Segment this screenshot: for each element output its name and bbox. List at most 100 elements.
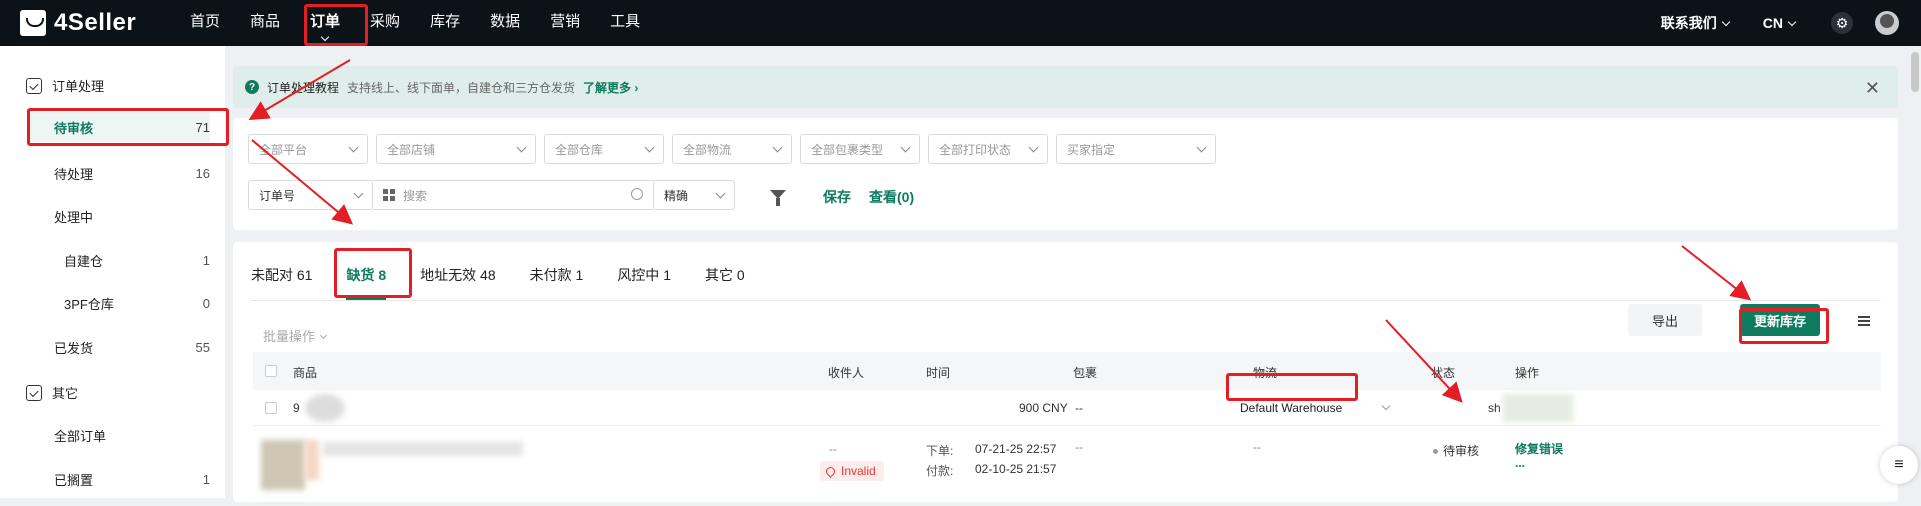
package-type-select[interactable]: 全部包裹类型	[800, 134, 920, 164]
row-checkbox[interactable]	[265, 402, 277, 414]
tab-unmatched[interactable]: 未配对 61	[251, 242, 312, 300]
sidebar-group-order-processing[interactable]: 订单处理	[26, 76, 104, 95]
logo[interactable]: 4Seller	[20, 9, 136, 37]
chevron-down-icon	[772, 142, 783, 153]
nav-products[interactable]: 商品	[250, 0, 280, 46]
sidebar-item-count: 1	[202, 252, 210, 268]
sidebar-item-label: 全部订单	[54, 428, 107, 444]
status-label: 待审核	[1443, 444, 1480, 458]
search-input[interactable]: 搜索	[373, 180, 653, 210]
clipboard-icon	[26, 77, 42, 94]
fix-error-link[interactable]: 修复错误	[1515, 440, 1563, 457]
grid-icon	[383, 189, 395, 201]
table-row: 9 900 CNY -- Default Warehouse sh	[253, 390, 1881, 426]
language-menu[interactable]: CN	[1762, 15, 1797, 31]
sidebar-item-on-hold[interactable]: 已搁置 1	[30, 464, 210, 494]
buyer-specified-select[interactable]: 买家指定	[1056, 134, 1216, 164]
chevron-down-icon	[1196, 142, 1207, 153]
sidebar-item-processing[interactable]: 处理中	[30, 201, 210, 231]
search-help-icon[interactable]: ≡	[1880, 446, 1918, 484]
column-header-package: 包裹	[1073, 366, 1098, 380]
save-filter-link[interactable]: 保存	[823, 187, 851, 207]
order-field-select[interactable]: 订单号	[248, 180, 373, 210]
clipboard-icon	[26, 384, 42, 401]
logistics-value: --	[1253, 440, 1261, 454]
warehouse-select[interactable]: Default Warehouse	[1228, 397, 1378, 419]
chevron-down-icon	[644, 142, 655, 153]
product-thumbnail[interactable]	[261, 440, 305, 490]
sidebar-item-3pf-warehouse[interactable]: 3PF仓库 0	[30, 288, 210, 318]
order-list-panel: 未配对 61 缺货 8 地址无效 48 未付款 1 风控中 1 其它 0 批量操…	[233, 242, 1898, 502]
sidebar-item-pending-review[interactable]: 待审核 71	[30, 112, 210, 142]
sidebar: 订单处理 待审核 71 待处理 16 处理中 自建仓 1 3PF仓库 0 已发货 55 其…	[0, 46, 225, 498]
scrollbar[interactable]	[1911, 52, 1919, 92]
nav-marketing[interactable]: 营销	[550, 0, 580, 46]
order-id[interactable]: 9	[293, 401, 300, 415]
sidebar-item-all-orders[interactable]: 全部订单	[30, 420, 210, 450]
store-select[interactable]: 全部店铺	[376, 134, 536, 164]
tab-risk-control[interactable]: 风控中 1	[617, 242, 671, 300]
learn-more-link[interactable]: 了解更多 ›	[583, 79, 638, 96]
order-time-label: 下单:	[926, 444, 954, 458]
shipping-info: sh	[1488, 401, 1501, 415]
tab-other[interactable]: 其它 0	[705, 242, 745, 300]
chevron-down-icon	[1028, 142, 1039, 153]
chevron-down-icon	[516, 142, 527, 153]
column-header-actions: 操作	[1515, 366, 1540, 380]
nav-inventory[interactable]: 库存	[430, 0, 460, 46]
redacted-area	[1503, 394, 1573, 422]
status-tabs: 未配对 61 缺货 8 地址无效 48 未付款 1 风控中 1 其它 0	[251, 242, 779, 300]
invalid-address-badge[interactable]: Invalid	[820, 461, 884, 481]
nav-tools[interactable]: 工具	[610, 0, 640, 46]
nav-purchase[interactable]: 采购	[370, 0, 400, 46]
avatar[interactable]	[1875, 11, 1899, 35]
print-status-select[interactable]: 全部打印状态	[928, 134, 1048, 164]
tab-unpaid[interactable]: 未付款 1	[530, 242, 584, 300]
sidebar-item-to-process[interactable]: 待处理 16	[30, 158, 210, 188]
platform-select[interactable]: 全部平台	[248, 134, 368, 164]
column-settings-icon[interactable]	[1858, 316, 1870, 326]
warehouse-select[interactable]: 全部仓库	[544, 134, 664, 164]
nav-orders-label: 订单	[310, 13, 341, 30]
select-value: 全部平台	[259, 142, 308, 157]
select-value: 精确	[664, 188, 689, 203]
notice-description: 支持线上、线下面单，自建仓和三方仓发货	[347, 80, 576, 95]
sidebar-item-label: 已发货	[54, 340, 94, 356]
chevron-down-icon	[900, 142, 911, 153]
select-value: 全部店铺	[387, 142, 436, 157]
sidebar-item-label: 待处理	[54, 166, 94, 182]
sidebar-item-label: 3PF仓库	[64, 296, 114, 312]
close-icon[interactable]: ✕	[1865, 78, 1880, 99]
chevron-down-icon	[1721, 17, 1731, 27]
export-button[interactable]: 导出	[1628, 304, 1702, 336]
recipient-value: --	[829, 442, 837, 456]
select-all-checkbox[interactable]	[265, 365, 277, 377]
logistics-select[interactable]: 全部物流	[672, 134, 792, 164]
question-icon: ?	[245, 80, 259, 94]
main-nav: 首页 商品 订单 采购 库存 数据 营销 工具	[190, 0, 670, 46]
nav-home[interactable]: 首页	[190, 0, 220, 46]
tab-out-of-stock[interactable]: 缺货 8	[346, 242, 386, 300]
sidebar-item-shipped[interactable]: 已发货 55	[30, 332, 210, 362]
nav-orders[interactable]: 订单	[310, 0, 340, 46]
tab-invalid-address[interactable]: 地址无效 48	[420, 242, 495, 300]
search-placeholder: 搜索	[403, 188, 428, 203]
gear-icon[interactable]: ⚙	[1831, 12, 1853, 34]
contact-us-label: 联系我们	[1660, 15, 1717, 31]
nav-data[interactable]: 数据	[490, 0, 520, 46]
search-icon[interactable]	[631, 188, 643, 200]
sidebar-group-other[interactable]: 其它	[26, 383, 78, 402]
sidebar-item-label: 处理中	[54, 209, 94, 225]
view-saved-link[interactable]: 查看(0)	[869, 187, 914, 207]
filter-icon[interactable]	[770, 190, 786, 206]
column-header-recipient: 收件人	[828, 366, 865, 380]
update-stock-button[interactable]: 更新库存	[1740, 304, 1820, 336]
match-mode-select[interactable]: 精确	[653, 180, 735, 210]
sidebar-group-label: 其它	[52, 386, 79, 401]
batch-actions-dropdown[interactable]: 批量操作	[263, 326, 328, 345]
more-actions-link[interactable]: ...	[1515, 456, 1525, 470]
language-label: CN	[1762, 15, 1783, 31]
sidebar-item-own-warehouse[interactable]: 自建仓 1	[30, 245, 210, 275]
top-right-area: 联系我们 CN ⚙	[1661, 0, 1921, 46]
contact-us-menu[interactable]: 联系我们	[1660, 13, 1731, 33]
